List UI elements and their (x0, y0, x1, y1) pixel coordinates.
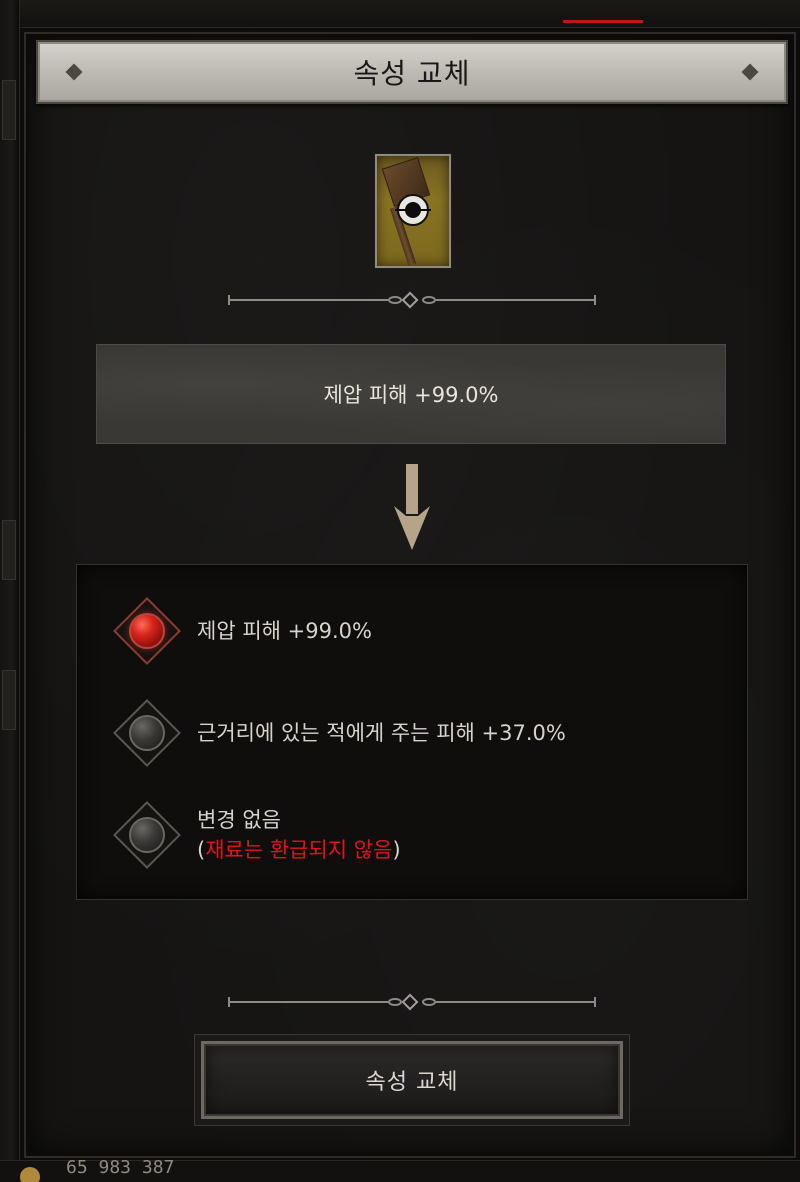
affix-replace-panel: 속성 교체 제압 피해 +99.0% 제압 피해 +99.0% 근거리에 있는 … (24, 32, 796, 1158)
ornament-divider (228, 291, 596, 309)
strip-notch (2, 80, 16, 140)
note-paren-open: ( (197, 838, 206, 862)
panel-header: 속성 교체 (36, 40, 788, 104)
confirm-button-frame: 속성 교체 (194, 1034, 630, 1126)
no-refund-warning: 재료는 환급되지 않음 (205, 838, 393, 862)
no-refund-note: (재료는 환급되지 않음) (197, 835, 401, 865)
current-affix-box: 제압 피해 +99.0% (96, 344, 726, 444)
replace-affix-button[interactable]: 속성 교체 (201, 1041, 623, 1119)
gold-amount: 65 983 387 (66, 1157, 175, 1178)
radio-unselected-icon[interactable] (113, 699, 181, 767)
game-screen: 속성 교체 제압 피해 +99.0% 제압 피해 +99.0% 근거리에 있는 … (0, 0, 800, 1182)
option-label-group: 변경 없음 (재료는 환급되지 않음) (197, 805, 401, 865)
affix-options-list: 제압 피해 +99.0% 근거리에 있는 적에게 주는 피해 +37.0% 변경… (76, 564, 748, 900)
strip-notch (2, 520, 16, 580)
background-ui-strip (0, 0, 20, 1182)
item-slot[interactable] (375, 154, 451, 268)
arrow-down-icon (394, 464, 430, 550)
option-item[interactable]: 근거리에 있는 적에게 주는 피해 +37.0% (113, 699, 566, 767)
health-bar-indicator (563, 20, 643, 23)
option-label: 변경 없음 (197, 808, 281, 832)
current-affix-text: 제압 피해 +99.0% (323, 383, 499, 407)
option-label: 제압 피해 +99.0% (197, 619, 372, 643)
gold-icon (20, 1167, 40, 1182)
radio-unselected-icon[interactable] (113, 801, 181, 869)
replace-affix-button-label: 속성 교체 (365, 1070, 459, 1095)
header-ornament-icon (741, 63, 759, 81)
option-item[interactable]: 제압 피해 +99.0% (113, 597, 372, 665)
option-item[interactable]: 변경 없음 (재료는 환급되지 않음) (113, 801, 401, 869)
panel-title: 속성 교체 (353, 57, 471, 90)
crosshair-icon (395, 194, 431, 226)
header-ornament-icon (65, 63, 83, 81)
strip-notch (2, 670, 16, 730)
ornament-divider (228, 993, 596, 1011)
bottom-bar: 65 983 387 (0, 1157, 800, 1182)
note-paren-close: ) (392, 838, 401, 862)
radio-selected-icon[interactable] (113, 597, 181, 665)
top-bar (0, 0, 800, 28)
option-label: 근거리에 있는 적에게 주는 피해 +37.0% (197, 721, 566, 745)
